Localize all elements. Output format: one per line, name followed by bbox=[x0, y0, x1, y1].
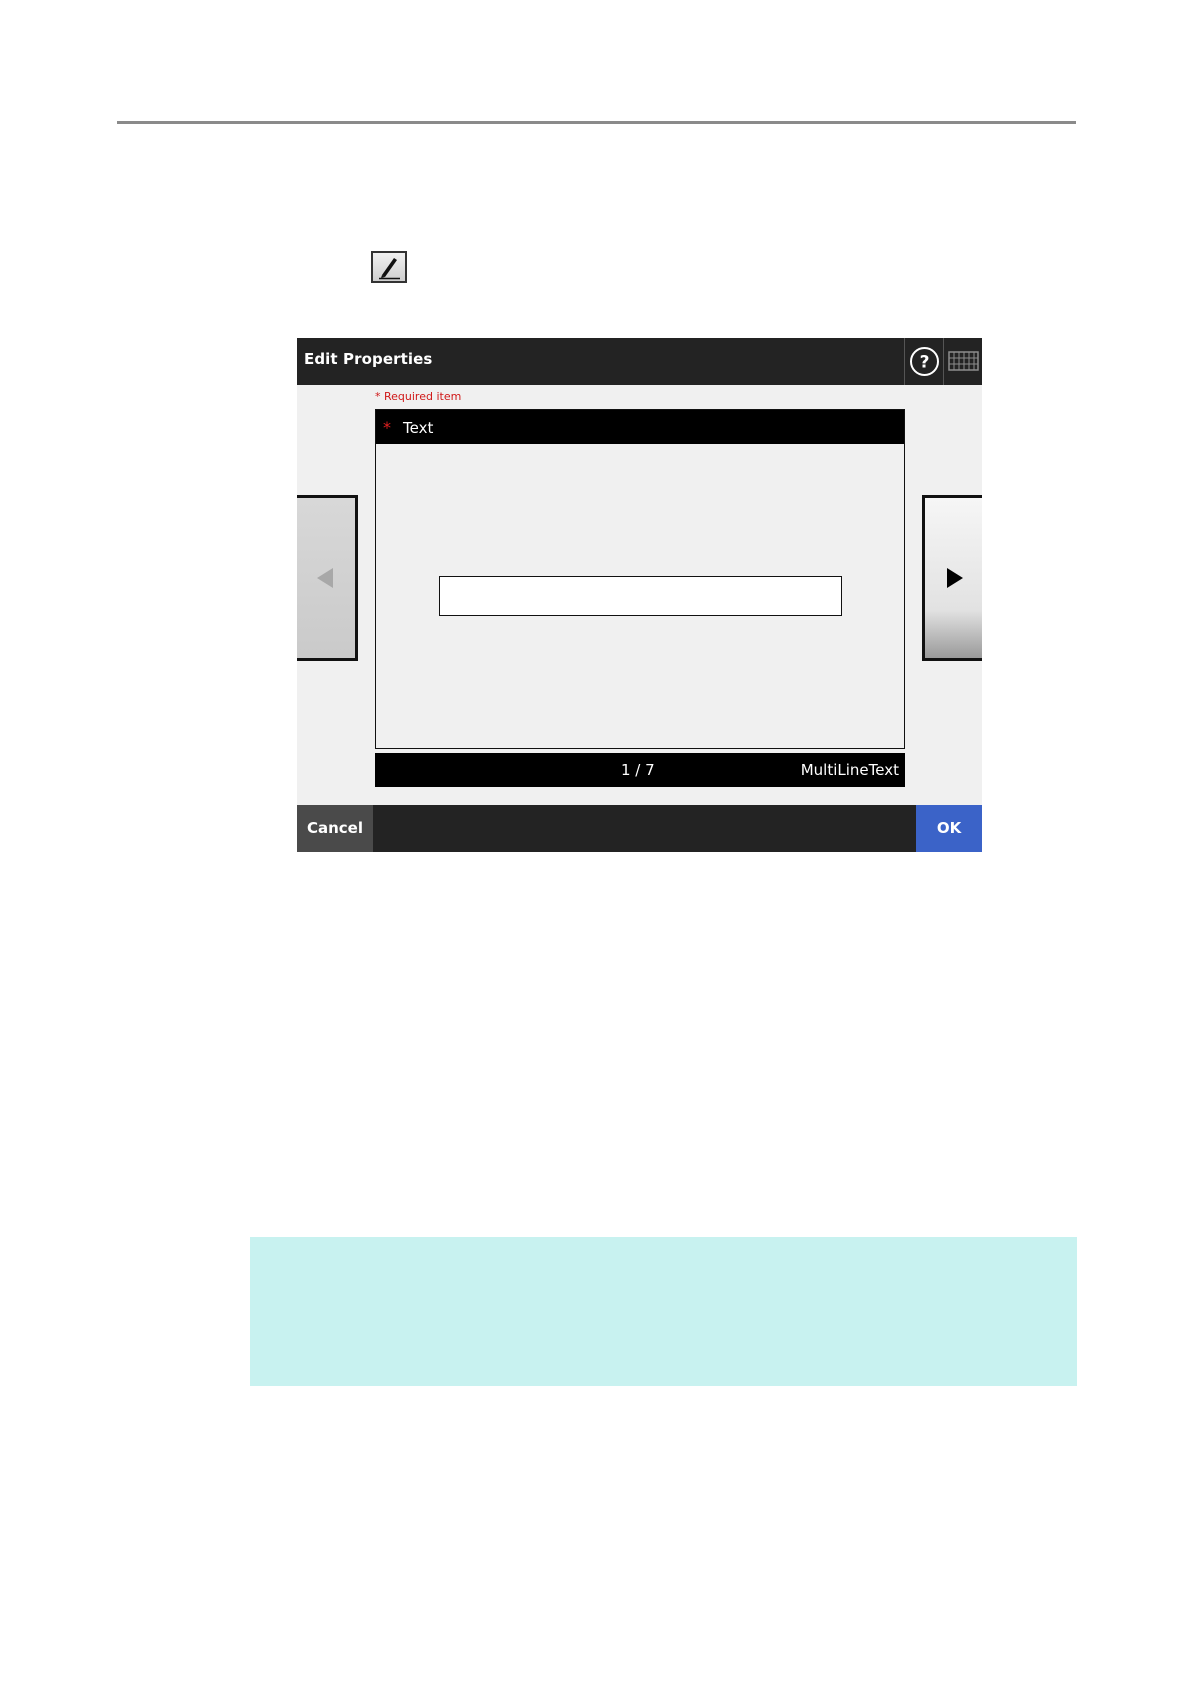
field-label: Text bbox=[403, 419, 434, 437]
ok-button[interactable]: OK bbox=[916, 805, 982, 852]
text-input[interactable] bbox=[439, 576, 842, 616]
required-marker: * bbox=[383, 418, 391, 437]
keyboard-button[interactable] bbox=[943, 338, 982, 385]
field-header: * Text bbox=[376, 410, 904, 444]
status-bar: 1 / 7 MultiLineText bbox=[375, 753, 905, 787]
dialog-title: Edit Properties bbox=[304, 350, 433, 368]
note-box bbox=[250, 1237, 1077, 1386]
field-type: MultiLineText bbox=[800, 761, 899, 779]
edit-button[interactable] bbox=[371, 251, 407, 283]
page-indicator: 1 / 7 bbox=[621, 761, 655, 779]
next-button[interactable] bbox=[922, 495, 982, 661]
cancel-button[interactable]: Cancel bbox=[297, 805, 373, 852]
field-panel: * Text bbox=[375, 409, 905, 749]
required-note: * Required item bbox=[375, 390, 462, 403]
edit-properties-dialog: Edit Properties ? * Required item * Text… bbox=[297, 338, 982, 852]
svg-text:?: ? bbox=[920, 353, 930, 373]
footer-bar: Cancel OK bbox=[297, 805, 982, 852]
pencil-icon bbox=[373, 253, 405, 281]
prev-button[interactable] bbox=[297, 495, 358, 661]
top-rule bbox=[117, 121, 1076, 124]
title-bar: Edit Properties ? bbox=[297, 338, 982, 385]
help-button[interactable]: ? bbox=[904, 338, 943, 385]
